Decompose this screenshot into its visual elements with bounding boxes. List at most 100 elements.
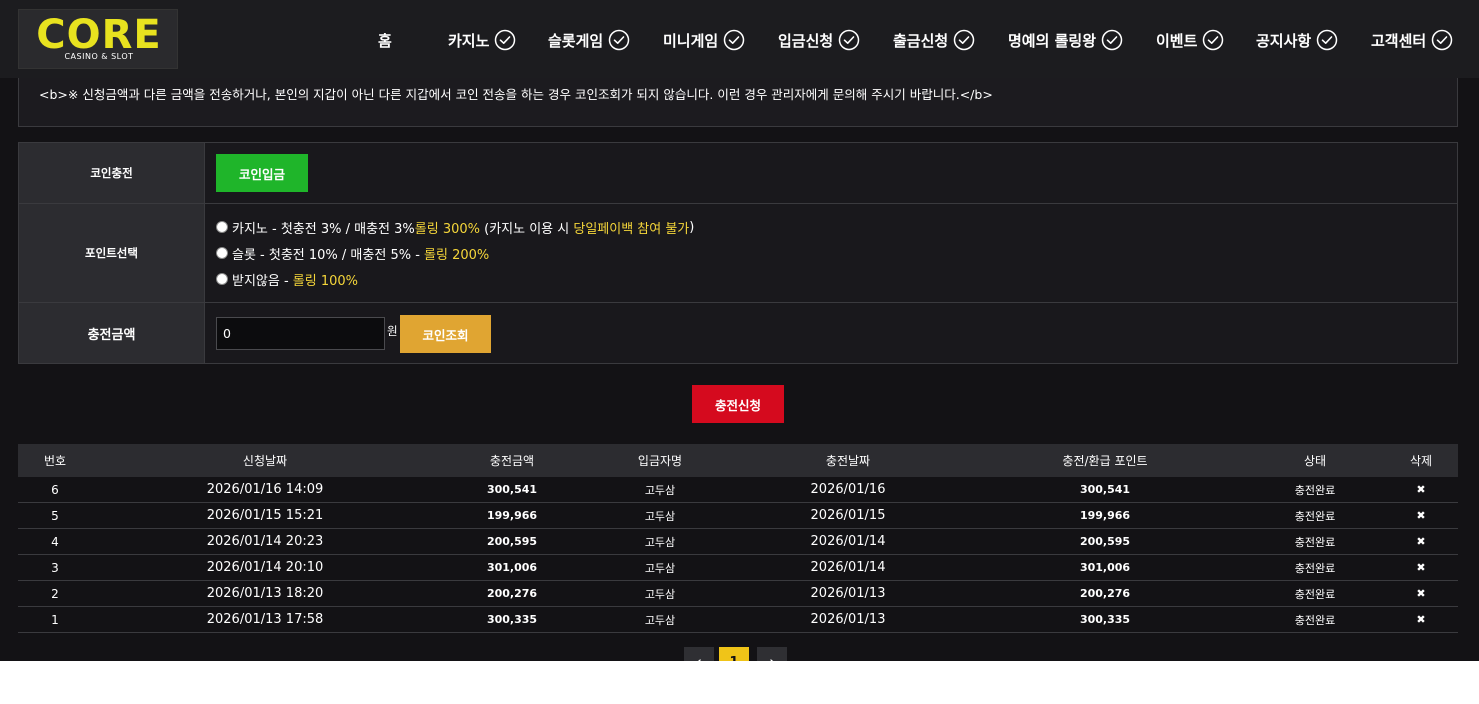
nav-item-event[interactable]: 이벤트 bbox=[1156, 26, 1224, 54]
delete-icon[interactable]: ✖ bbox=[1396, 477, 1446, 502]
nav-item-label: 이벤트 bbox=[1156, 31, 1198, 50]
nav-item-label: 명예의 롤링왕 bbox=[1008, 31, 1097, 50]
option-casino-suffix-open: (카지노 이용 시 bbox=[479, 221, 574, 237]
cell-request-date: 2026/01/13 18:20 bbox=[206, 586, 324, 601]
next-page-button[interactable]: › bbox=[757, 647, 787, 661]
cell-depositor: 고두삼 bbox=[644, 483, 676, 497]
col-delete-header: 삭제 bbox=[1409, 454, 1433, 468]
cell-depositor: 고두삼 bbox=[644, 509, 676, 523]
nav-item-withdraw[interactable]: 출금신청 bbox=[893, 26, 975, 54]
nav-item-notice[interactable]: 공지사항 bbox=[1256, 26, 1338, 54]
main-nav: 홈 카지노 슬롯게임 미니게임 입금신청 출금신청 명예의 롤링왕 이벤트 공지사항 고객센터 bbox=[0, 0, 1479, 78]
charge-submit-button[interactable]: 충전신청 bbox=[692, 385, 784, 423]
check-circle-icon bbox=[495, 29, 516, 51]
radio-casino[interactable] bbox=[216, 221, 228, 233]
cell-points: 199,966 bbox=[1079, 509, 1131, 522]
nav-item-rolling-king[interactable]: 명예의 롤링왕 bbox=[1008, 26, 1123, 54]
cell-no: 4 bbox=[51, 534, 59, 549]
check-circle-icon bbox=[1203, 29, 1224, 51]
option-slot-rolling: 롤링 200% bbox=[424, 247, 490, 263]
nav-item-casino[interactable]: 카지노 bbox=[448, 26, 516, 54]
cell-request-date: 2026/01/14 20:23 bbox=[206, 534, 324, 549]
nav-item-deposit[interactable]: 입금신청 bbox=[778, 26, 860, 54]
cell-depositor: 고두삼 bbox=[644, 613, 676, 627]
point-option-casino[interactable]: 카지노 - 첫충전 3% / 매충전 3% 롤링 300% (카지노 이용 시 … bbox=[216, 217, 694, 237]
option-casino-suffix-close: ) bbox=[689, 219, 695, 235]
nav-item-mini-game[interactable]: 미니게임 bbox=[663, 26, 745, 54]
cell-charge-date: 2026/01/13 bbox=[810, 612, 886, 627]
cell-request-date: 2026/01/13 17:58 bbox=[206, 612, 324, 627]
cell-amount: 200,595 bbox=[486, 535, 538, 548]
amount-input[interactable] bbox=[216, 317, 385, 350]
nav-item-label: 공지사항 bbox=[1256, 31, 1312, 50]
table-row: 3 2026/01/14 20:10 301,006 고두삼 2026/01/14 301… bbox=[18, 555, 1458, 581]
charge-form: 코인충전 코인입금 포인트선택 카지노 - 첫충전 3% / 매충전 3% 롤링… bbox=[18, 142, 1458, 364]
cell-charge-date: 2026/01/14 bbox=[810, 534, 886, 549]
table-header: 번호 신청날짜 충전금액 입금자명 충전날짜 충전/환급 포인트 상태 삭제 bbox=[18, 444, 1458, 477]
nav-item-slot[interactable]: 슬롯게임 bbox=[548, 26, 630, 54]
cell-charge-date: 2026/01/14 bbox=[810, 560, 886, 575]
cell-depositor: 고두삼 bbox=[644, 587, 676, 601]
table-row: 5 2026/01/15 15:21 199,966 고두삼 2026/01/15 199… bbox=[18, 503, 1458, 529]
cell-points: 301,006 bbox=[1079, 561, 1131, 574]
cell-charge-date: 2026/01/15 bbox=[810, 508, 886, 523]
cell-amount: 301,006 bbox=[486, 561, 538, 574]
amount-label: 충전금액 bbox=[19, 303, 205, 363]
nav-item-label: 카지노 bbox=[448, 31, 490, 50]
point-select-row: 포인트선택 카지노 - 첫충전 3% / 매충전 3% 롤링 300% (카지노… bbox=[19, 204, 1457, 303]
col-request-date-header: 신청날짜 bbox=[242, 454, 288, 468]
option-none-text: 받지않음 - bbox=[232, 273, 293, 289]
cell-depositor: 고두삼 bbox=[644, 535, 676, 549]
nav-item-support[interactable]: 고객센터 bbox=[1371, 26, 1453, 54]
col-charge-date-header: 충전날짜 bbox=[825, 454, 871, 468]
cell-no: 2 bbox=[51, 586, 59, 601]
nav-item-label: 고객센터 bbox=[1371, 31, 1427, 50]
check-circle-icon bbox=[608, 29, 630, 51]
app-root: CORE CASINO & SLOT 홈 카지노 슬롯게임 미니게임 입금신청 출금신청 명… bbox=[0, 0, 1479, 661]
cell-amount: 300,541 bbox=[486, 483, 538, 496]
page-1-button[interactable]: 1 bbox=[719, 647, 749, 661]
cell-no: 3 bbox=[51, 560, 59, 575]
cell-status: 충전완료 bbox=[1294, 483, 1336, 497]
cell-status: 충전완료 bbox=[1294, 587, 1336, 601]
notice-box: <b>※ 신청금액과 다른 금액을 전송하거나, 본인의 지갑이 아닌 다른 지… bbox=[18, 78, 1458, 127]
col-points-header: 충전/환급 포인트 bbox=[1062, 454, 1148, 468]
coin-charge-row: 코인충전 코인입금 bbox=[19, 143, 1457, 204]
delete-icon[interactable]: ✖ bbox=[1396, 607, 1446, 632]
option-casino-text: 카지노 - 첫충전 3% / 매충전 3% bbox=[232, 221, 415, 237]
check-circle-icon bbox=[1101, 29, 1123, 51]
nav-item-home[interactable]: 홈 bbox=[378, 26, 392, 54]
point-select-label: 포인트선택 bbox=[19, 204, 205, 302]
coin-deposit-button[interactable]: 코인입금 bbox=[216, 154, 308, 192]
nav-item-label: 홈 bbox=[378, 31, 392, 50]
won-unit: 원 bbox=[387, 324, 398, 338]
cell-request-date: 2026/01/15 15:21 bbox=[206, 508, 324, 523]
nav-item-label: 입금신청 bbox=[778, 31, 834, 50]
check-circle-icon bbox=[953, 29, 975, 51]
delete-icon[interactable]: ✖ bbox=[1396, 503, 1446, 528]
cell-charge-date: 2026/01/13 bbox=[810, 586, 886, 601]
delete-icon[interactable]: ✖ bbox=[1396, 529, 1446, 554]
cell-request-date: 2026/01/14 20:10 bbox=[206, 560, 324, 575]
check-circle-icon bbox=[723, 29, 745, 51]
cell-points: 300,541 bbox=[1079, 483, 1131, 496]
cell-status: 충전완료 bbox=[1294, 509, 1336, 523]
point-option-none[interactable]: 받지않음 - 롤링 100% bbox=[216, 269, 358, 289]
delete-icon[interactable]: ✖ bbox=[1396, 555, 1446, 580]
check-circle-icon bbox=[838, 29, 860, 51]
col-no-header: 번호 bbox=[43, 454, 67, 468]
cell-status: 충전완료 bbox=[1294, 613, 1336, 627]
cell-charge-date: 2026/01/16 bbox=[810, 482, 886, 497]
point-option-slot[interactable]: 슬롯 - 첫충전 10% / 매충전 5% - 롤링 200% bbox=[216, 243, 489, 263]
radio-none[interactable] bbox=[216, 273, 228, 285]
check-circle-icon bbox=[1316, 29, 1338, 51]
table-row: 2 2026/01/13 18:20 200,276 고두삼 2026/01/13 200… bbox=[18, 581, 1458, 607]
radio-slot[interactable] bbox=[216, 247, 228, 259]
prev-page-button[interactable]: ‹ bbox=[684, 647, 714, 661]
cell-points: 200,276 bbox=[1079, 587, 1131, 600]
delete-icon[interactable]: ✖ bbox=[1396, 581, 1446, 606]
option-slot-text: 슬롯 - 첫충전 10% / 매충전 5% - bbox=[232, 247, 425, 263]
table-row: 6 2026/01/16 14:09 300,541 고두삼 2026/01/16 300… bbox=[18, 477, 1458, 503]
coin-inquiry-button[interactable]: 코인조회 bbox=[400, 315, 491, 353]
cell-depositor: 고두삼 bbox=[644, 561, 676, 575]
